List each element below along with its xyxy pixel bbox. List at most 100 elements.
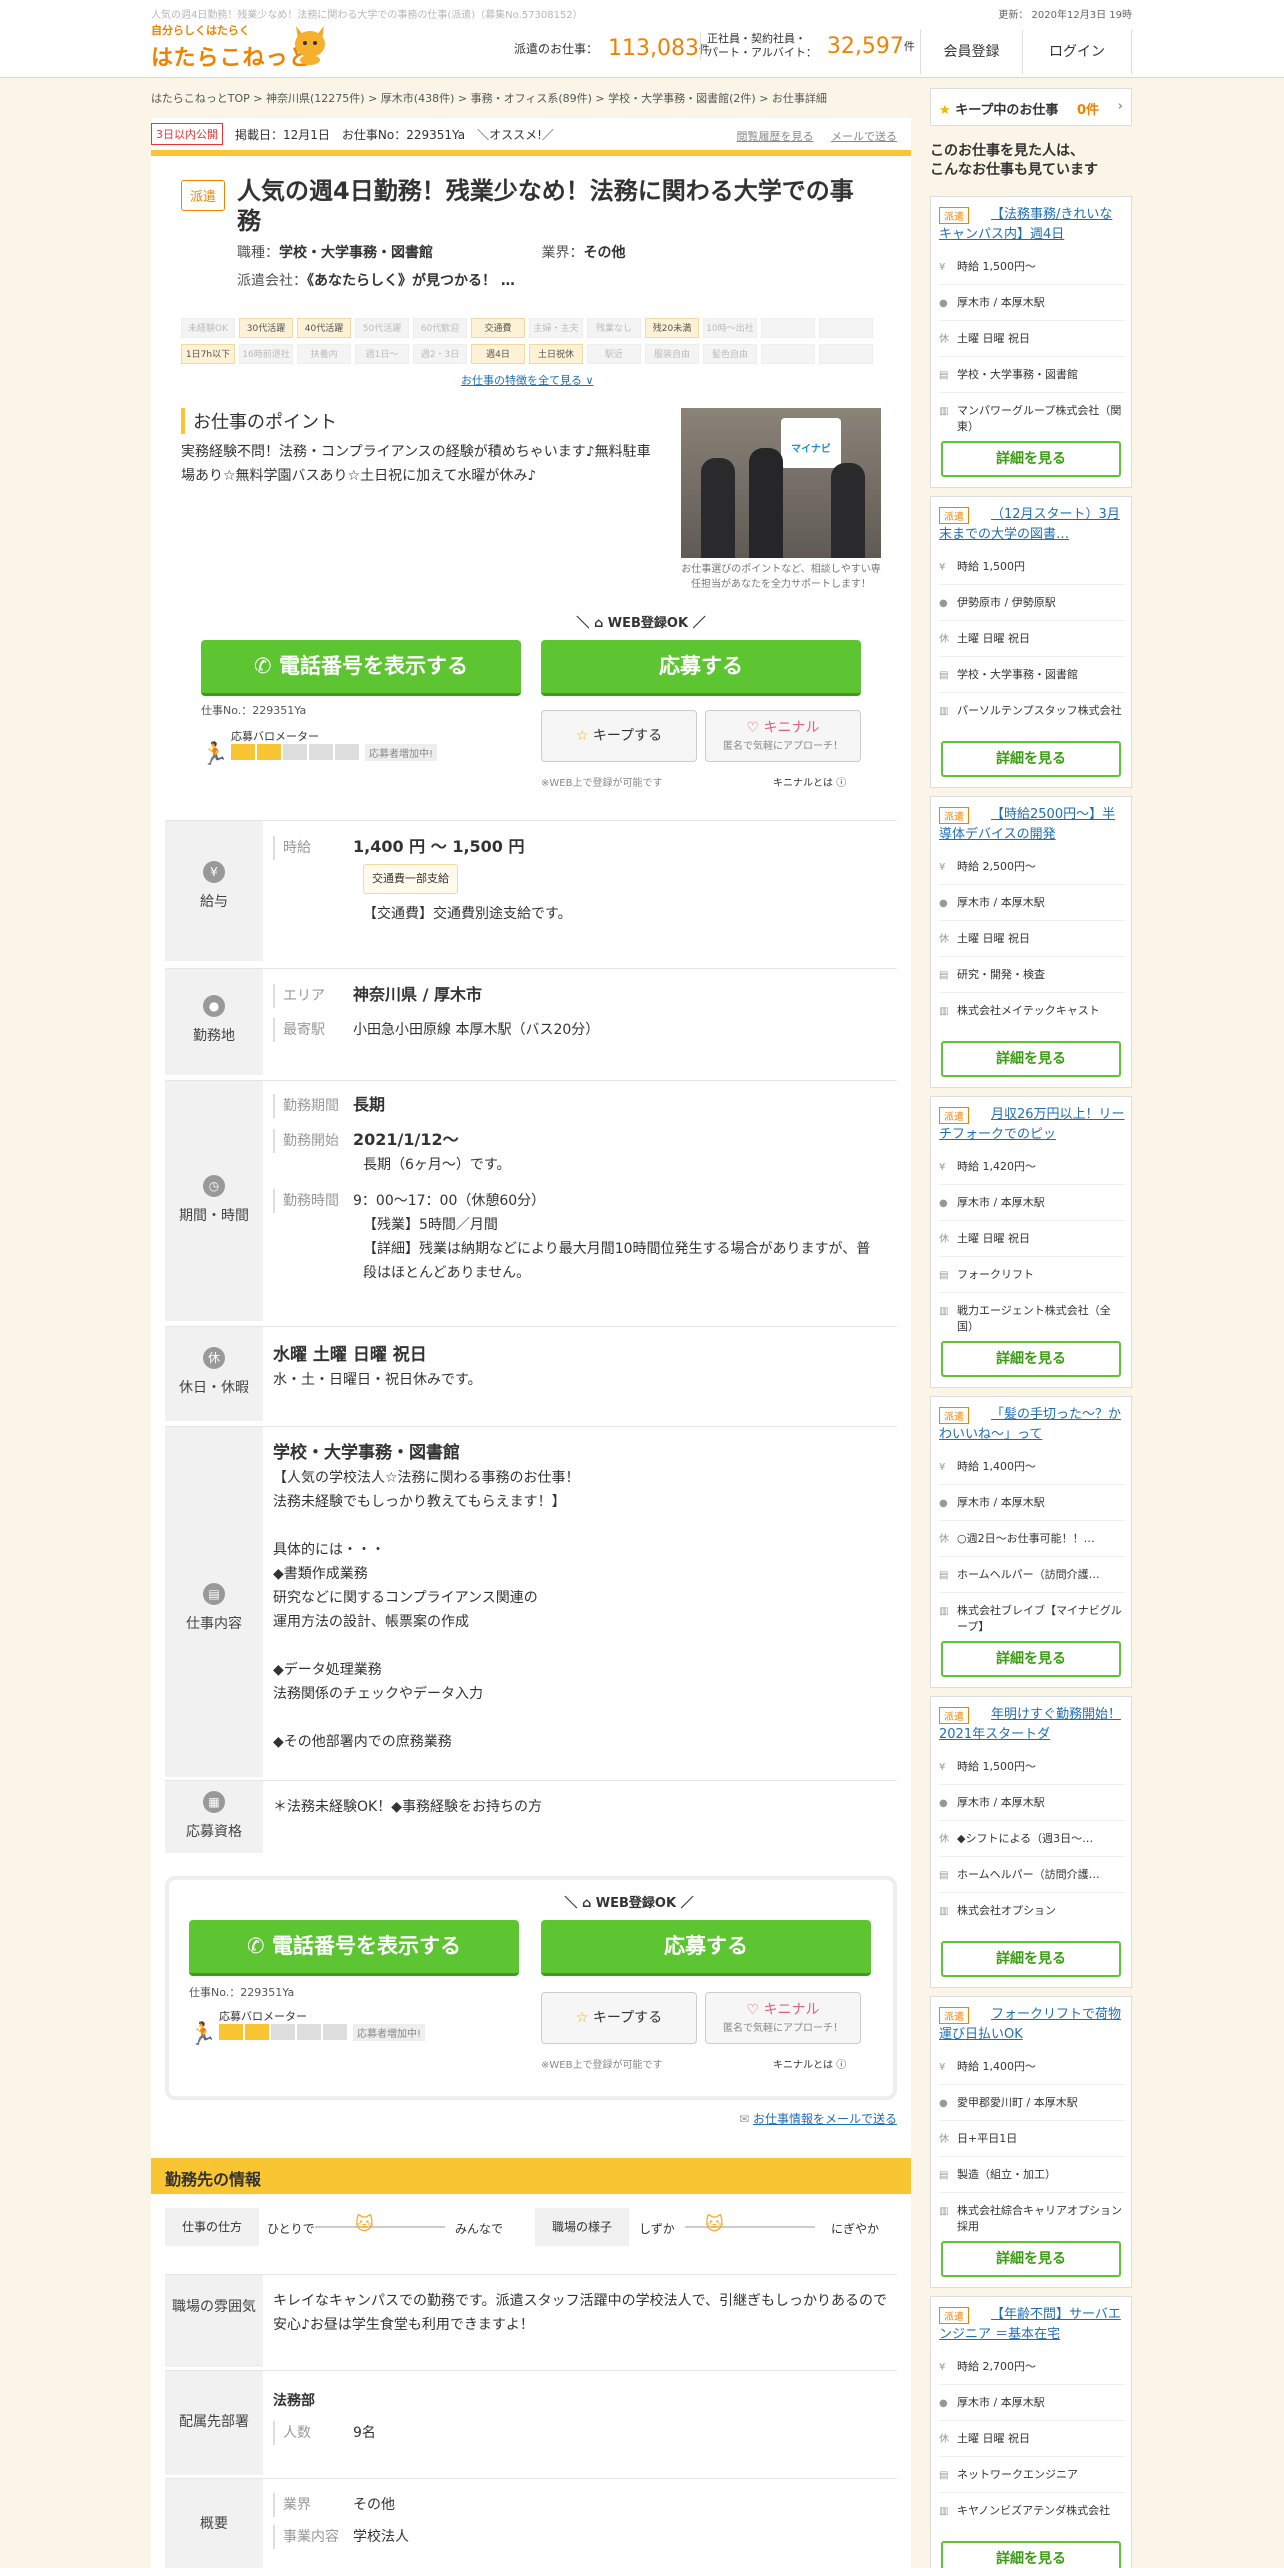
salary-key: 時給 [273, 836, 353, 860]
phone-icon: ✆ [247, 1934, 272, 1958]
feature-tag: 50代活躍 [355, 318, 409, 338]
related-job-pay-text: 時給 1,420円～ [957, 1160, 1036, 1173]
pin-icon: ● [939, 298, 948, 309]
pin-icon: ● [939, 1198, 948, 1209]
yen-icon: ¥ [939, 1162, 946, 1173]
kininaru-what-link[interactable]: キニナルとは ⓘ [773, 774, 846, 789]
related-job-loc: ● 愛甲郡愛川町 / 本厚木駅 [939, 2087, 1125, 2121]
pin-icon: ● [939, 1798, 948, 1809]
page-top-note: 人気の週4日勤務！残業少なめ！法務に関わる大学での事務の仕事(派遣)（募集No.… [151, 10, 583, 21]
apply-button-2[interactable]: 応募する [541, 1920, 871, 1976]
related-job-loc: ● 厚木市 / 本厚木駅 [939, 1487, 1125, 1521]
related-job-cat: ▤ ホームヘルパー（訪問介護… [939, 1859, 1125, 1893]
apply-button[interactable]: 応募する [541, 640, 861, 696]
related-job-loc-text: 厚木市 / 本厚木駅 [957, 1496, 1045, 1509]
feature-tag: 土日祝休 [529, 344, 583, 364]
barometer-label-2: 応募バロメーター [219, 2010, 307, 2023]
related-job-loc-text: 厚木市 / 本厚木駅 [957, 2396, 1045, 2409]
mynavi-sign: マイナビ [781, 418, 841, 468]
kininaru-what-link-2[interactable]: キニナルとは ⓘ [773, 2056, 846, 2071]
holiday-icon: 休 [939, 334, 949, 345]
related-job-days-text: 土曜 日曜 祝日 [957, 1232, 1030, 1245]
ov-industry-key: 業界 [273, 2493, 353, 2517]
related-job-card: 【法務事務/きれいなキャンパス内】週4日 派遣 ¥ 時給 1,500円～ ● 厚木市 / … [930, 196, 1132, 488]
category-icon: ▤ [939, 670, 949, 681]
salary-content: 時給 1,400 円 ～ 1,500 円 交通費一部支給 【交通費】交通費別途支給… [273, 835, 893, 926]
holiday-header: 休休日・休暇 [165, 1327, 263, 1421]
chevron-right-icon: › [1117, 99, 1123, 114]
style-scale-label: 仕事の仕方 [165, 2208, 259, 2246]
category-icon: ▤ [939, 370, 949, 381]
related-job-co: ▥ パーソルテンプスタッフ株式会社 [939, 695, 1125, 735]
related-job-detail-button[interactable]: 詳細を見る [941, 1341, 1121, 1377]
feature-tag [819, 318, 873, 338]
related-job-detail-button[interactable]: 詳細を見る [941, 1641, 1121, 1677]
barometer-seg-empty [297, 2024, 321, 2040]
mail-link[interactable]: メールで送る [831, 130, 897, 143]
mail-info-link[interactable]: ✉ お仕事情報をメールで送る [739, 2110, 897, 2127]
feature-tag: 主婦・主夫 [529, 318, 583, 338]
mail-info-text[interactable]: お仕事情報をメールで送る [753, 2112, 897, 2126]
keep-button-2[interactable]: ☆ キープする [541, 1992, 697, 2044]
barometer-seg-empty [309, 744, 333, 760]
pin-icon: ● [939, 2398, 948, 2409]
heart-icon: ♡ [746, 720, 760, 736]
related-job-pay-text: 時給 2,700円～ [957, 2360, 1036, 2373]
show-phone-button-2[interactable]: ✆ 電話番号を表示する [189, 1920, 519, 1976]
related-job-days: 休 ◆シフトによる（週3日～… [939, 1823, 1125, 1857]
kininaru-what-text-2: キニナルとは [773, 2060, 833, 2071]
company-icon: ▥ [939, 1606, 949, 1617]
keep-button[interactable]: ☆ キープする [541, 710, 697, 762]
term-key: 勤務期間 [273, 1094, 353, 1118]
related-job-detail-button[interactable]: 詳細を見る [941, 1941, 1121, 1977]
related-job-pay: ¥ 時給 1,500円～ [939, 1751, 1125, 1785]
related-job-detail-button[interactable]: 詳細を見る [941, 2241, 1121, 2277]
related-job-cat-text: ホームヘルパー（訪問介護… [957, 1568, 1100, 1581]
atm-right: にぎやか [831, 2222, 880, 2236]
industry-label: 業界： [541, 245, 584, 261]
more-features-link[interactable]: お仕事の特徴を全て見る ∨ [461, 372, 594, 388]
related-job-pay: ¥ 時給 2,500円～ [939, 851, 1125, 885]
related-job-loc-text: 厚木市 / 本厚木駅 [957, 1196, 1045, 1209]
related-job-pay: ¥ 時給 1,400円～ [939, 2051, 1125, 2085]
related-heading-1: このお仕事を見た人は、 [930, 143, 1084, 159]
job-detail-main: 3日以内公開 掲載日：12月1日 お仕事No：229351Ya ＼オススメ!／ … [151, 118, 911, 2568]
related-job-cat-text: 学校・大学事務・図書館 [957, 668, 1078, 681]
related-job-cat: ▤ フォークリフト [939, 1259, 1125, 1293]
feature-tag: 残20未満 [645, 318, 699, 338]
related-job-detail-button[interactable]: 詳細を見る [941, 2541, 1121, 2568]
related-job-days: 休土曜 日曜 祝日 [939, 923, 1125, 957]
row-salary: ¥ 給与 時給 1,400 円 ～ 1,500 円 交通費一部支給 【交通費】交通費… [165, 820, 897, 961]
feature-tag: 週2・3日 [413, 344, 467, 364]
pin-icon: ● [939, 1498, 948, 1509]
related-job-co-text: 株式会社綜合キャリアオプション 採用 [957, 2204, 1125, 2233]
feature-tag: 60代歓迎 [413, 318, 467, 338]
kininaru-button-2[interactable]: ♡ キニナル 匿名で気軽にアプローチ！ [705, 1992, 861, 2044]
login-button[interactable]: ログイン [1022, 30, 1132, 74]
breadcrumb[interactable]: はたらこねっとTOP > 神奈川県(12275件) > 厚木市(438件) > … [151, 90, 827, 106]
register-button[interactable]: 会員登録 [920, 30, 1022, 74]
related-job-co: ▥ 株式会社メイテックキャスト [939, 995, 1125, 1035]
show-phone-button[interactable]: ✆ 電話番号を表示する [201, 640, 521, 696]
related-job-card: 「髪の手切った～？かわいいね～」って 派遣 ¥ 時給 1,400円～ ● 厚木市 / 本厚… [930, 1396, 1132, 1688]
related-job-detail-button[interactable]: 詳細を見る [941, 741, 1121, 777]
related-job-cat-text: 研究・開発・検査 [957, 968, 1045, 981]
related-job-detail-button[interactable]: 詳細を見る [941, 441, 1121, 477]
mynavi-logo-text: マイナビ [791, 444, 831, 455]
seishain-count-label-2: パート・アルバイト： [707, 46, 817, 59]
related-job-detail-button[interactable]: 詳細を見る [941, 1041, 1121, 1077]
company-icon: ▥ [939, 1006, 949, 1017]
company-icon: ▥ [939, 1306, 949, 1317]
area-value: 神奈川県 / 厚木市 [353, 985, 482, 1004]
history-link[interactable]: 閲覧履歴を見る [737, 130, 814, 143]
kininaru-button[interactable]: ♡ キニナル 匿名で気軽にアプローチ！ [705, 710, 861, 762]
qual-label: 応募資格 [186, 1824, 242, 1840]
related-job-card: 【年齢不問】サーバエンジニア ＝基本在宅 派遣 ¥ 時給 2,700円～ ● 厚木市 / … [930, 2296, 1132, 2568]
company-value[interactable]: 《あなたらしく》が見つかる！ … [307, 273, 515, 289]
applicants-increasing-2: 応募者増加中! [353, 2024, 426, 2041]
new-badge: 3日以内公開 [151, 123, 223, 145]
keep-list-button[interactable]: ★ キープ中のお仕事 0件 › [930, 88, 1132, 126]
salary-note: 【交通費】交通費別途支給です。 [363, 906, 572, 922]
related-job-days-text: 日+平日1日 [957, 2132, 1018, 2145]
start-key: 勤務開始 [273, 1129, 353, 1153]
